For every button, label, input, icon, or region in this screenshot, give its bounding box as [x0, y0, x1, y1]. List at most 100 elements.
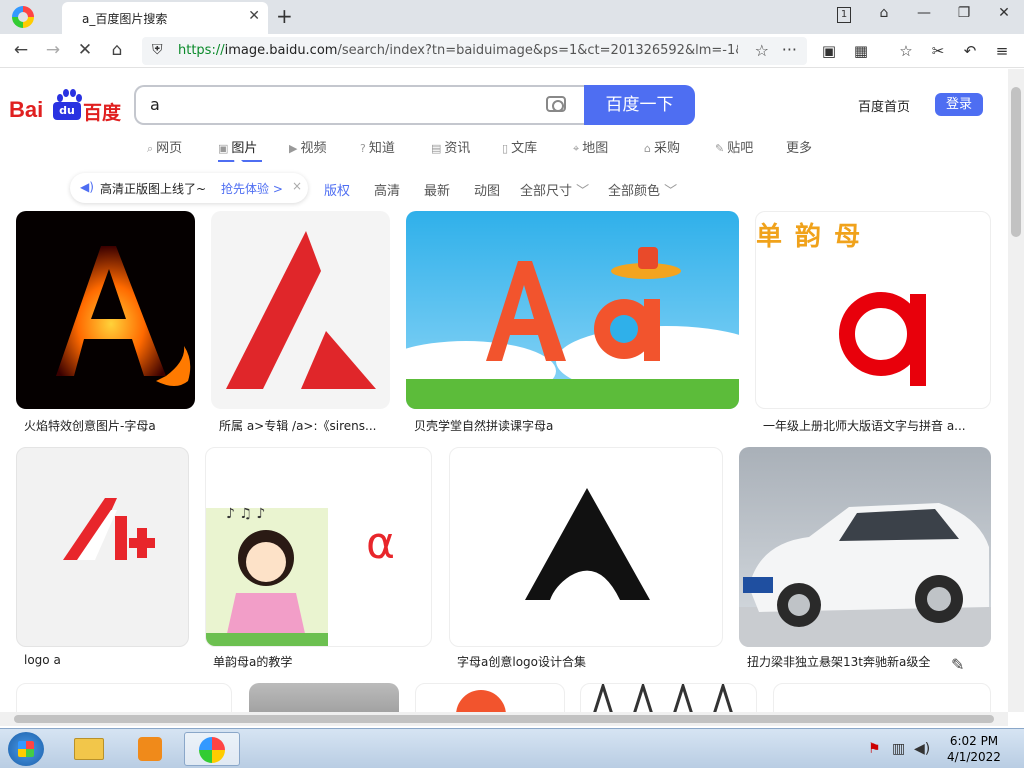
hd-notice-banner: ◀) 高清正版图上线了~ 抢先体验 > × [70, 173, 308, 203]
url-path: /search/index?tn=baiduimage&ps=1&ct=2013… [337, 43, 738, 58]
edit-pencil-icon[interactable]: ✎ [951, 655, 964, 674]
forward-arrow-icon[interactable]: → [42, 39, 64, 61]
red-a-plus-logo-image[interactable] [16, 447, 189, 647]
minimize-button[interactable]: — [914, 5, 934, 21]
tab-label: 更多 [786, 141, 813, 156]
shield-icon[interactable]: ⛨ [152, 42, 163, 58]
filter-size[interactable]: 全部尺寸 ﹀ [520, 180, 589, 199]
horizontal-scrollbar[interactable] [0, 712, 1008, 726]
notice-try-link[interactable]: 抢先体验 > [221, 180, 283, 197]
result-caption[interactable]: 所属 a>专辑 /a>:《sirens... [219, 417, 389, 434]
vertical-scroll-thumb[interactable] [1011, 87, 1021, 237]
url-text[interactable]: https://image.baidu.com/search/index?tn=… [178, 43, 738, 58]
camera-icon[interactable] [546, 96, 566, 112]
system-clock[interactable]: 6:02 PM 4/1/2022 [946, 733, 1002, 765]
menu-icon[interactable]: ≡ [991, 42, 1013, 60]
tab-web[interactable]: ⌕ 网页 [147, 137, 182, 156]
girl-singing-graphic: ♪ ♫ ♪ [206, 506, 328, 646]
search-input[interactable]: a [134, 85, 586, 125]
browser-taskbar-icon[interactable] [184, 732, 240, 766]
new-tab-button[interactable]: + [276, 4, 293, 28]
result-thumbnail[interactable] [249, 683, 399, 712]
stop-loading-icon[interactable]: ✕ [74, 39, 96, 61]
tab-zhidao[interactable]: ? 知道 [360, 137, 395, 156]
result-caption[interactable]: 贝壳学堂自然拼读课字母a [414, 417, 734, 434]
scissors-icon[interactable]: ✂ [927, 42, 949, 60]
clock-time: 6:02 PM [949, 734, 999, 748]
tab-wenku[interactable]: ▯ 文库 [502, 137, 537, 156]
filter-hd[interactable]: 高清 [374, 180, 400, 199]
apps-grid-icon[interactable]: ▦ [850, 42, 872, 60]
map-icon: ⌖ [573, 142, 580, 155]
result-caption[interactable]: 字母a创意logo设计合集 [457, 653, 717, 670]
home-icon[interactable]: ⌂ [106, 39, 128, 61]
media-player-taskbar-icon[interactable] [122, 732, 178, 766]
vertical-scrollbar[interactable] [1008, 69, 1024, 712]
media-player-icon [138, 737, 162, 761]
start-button[interactable] [8, 732, 44, 766]
bookmark-star-icon[interactable]: ☆ [755, 41, 769, 60]
filter-size-label: 全部尺寸 [520, 184, 573, 199]
result-thumbnail[interactable] [16, 683, 232, 712]
red-a-plus-graphic [63, 498, 155, 560]
tab-video[interactable]: ▶ 视频 [289, 137, 326, 156]
more-dots-icon[interactable]: ··· [782, 40, 797, 59]
video-icon: ▶ [289, 142, 298, 155]
favorites-icon[interactable]: ☆ [895, 42, 917, 60]
search-button[interactable]: 百度一下 [584, 85, 695, 125]
black-a-logo-image[interactable] [449, 447, 723, 647]
tab-tieba[interactable]: ✎ 贴吧 [715, 137, 753, 156]
document-icon: ▯ [502, 142, 509, 155]
flame-letter-a-image[interactable] [16, 211, 195, 409]
address-bar[interactable]: ⛨ https://image.baidu.com/search/index?t… [142, 37, 807, 65]
login-button[interactable]: 登录 [935, 93, 983, 116]
undo-icon[interactable]: ↶ [959, 42, 981, 60]
result-caption[interactable]: 火焰特效创意图片-字母a [24, 417, 194, 434]
search-icon: ⌕ [147, 142, 154, 155]
tab-count-icon[interactable]: 1 [834, 5, 854, 23]
result-caption[interactable]: 扭力梁非独立悬架13t奔驰新a级全 [747, 653, 945, 670]
network-warning-icon[interactable]: ⚑ [868, 741, 881, 757]
tab-purchase[interactable]: ⌂ 采购 [644, 137, 680, 156]
reader-icon[interactable]: ▣ [818, 42, 840, 60]
restore-button[interactable]: ❐ [954, 5, 974, 21]
browser-toolbar: ← → ✕ ⌂ ⛨ https://image.baidu.com/search… [0, 34, 1024, 68]
browser-tab[interactable]: a_百度图片搜索 ✕ [62, 2, 268, 34]
tab-map[interactable]: ⌖ 地图 [573, 137, 608, 156]
orange-shape [456, 690, 506, 712]
notice-close-icon[interactable]: × [292, 179, 302, 193]
close-window-button[interactable]: ✕ [994, 5, 1014, 21]
cartoon-aa-image[interactable] [406, 211, 739, 409]
girl-singing-a-image[interactable]: ♪ ♫ ♪ α [205, 447, 432, 647]
filter-color[interactable]: 全部颜色 ﹀ [608, 180, 677, 199]
pinyin-a-image[interactable]: 单 韵 母 [755, 211, 991, 409]
white-car-image[interactable] [739, 447, 991, 647]
browser-logo-icon[interactable] [12, 6, 34, 28]
tab-label: 资讯 [444, 141, 471, 156]
red-a-logo-image[interactable] [211, 211, 390, 409]
network-icon[interactable]: ▥ [892, 741, 905, 757]
purchase-icon: ⌂ [644, 142, 651, 155]
filter-copyright[interactable]: 版权 [324, 180, 350, 199]
filter-animated[interactable]: 动图 [474, 180, 500, 199]
horizontal-scroll-thumb[interactable] [14, 715, 994, 723]
baidu-home-link[interactable]: 百度首页 [858, 96, 910, 115]
shirt-icon[interactable]: ⌂ [874, 5, 894, 21]
white-car-graphic [739, 503, 991, 647]
tab-news[interactable]: ▤ 资讯 [431, 137, 470, 156]
result-thumbnail[interactable] [580, 683, 757, 712]
folder-icon [74, 738, 104, 760]
volume-icon[interactable]: ◀) [914, 741, 930, 757]
tab-label: 视频 [300, 141, 327, 156]
result-thumbnail[interactable] [773, 683, 991, 712]
result-caption[interactable]: 单韵母a的教学 [213, 653, 428, 670]
result-caption[interactable]: logo a [24, 653, 184, 667]
tab-more[interactable]: 更多 [786, 137, 812, 156]
back-arrow-icon[interactable]: ← [10, 39, 32, 61]
tab-close-icon[interactable]: ✕ [248, 8, 260, 24]
filter-latest[interactable]: 最新 [424, 180, 450, 199]
result-thumbnail[interactable] [415, 683, 565, 712]
result-caption[interactable]: 一年级上册北师大版语文字与拼音 a... [763, 417, 988, 434]
file-explorer-taskbar-icon[interactable] [62, 732, 118, 766]
tab-count: 1 [837, 7, 851, 23]
